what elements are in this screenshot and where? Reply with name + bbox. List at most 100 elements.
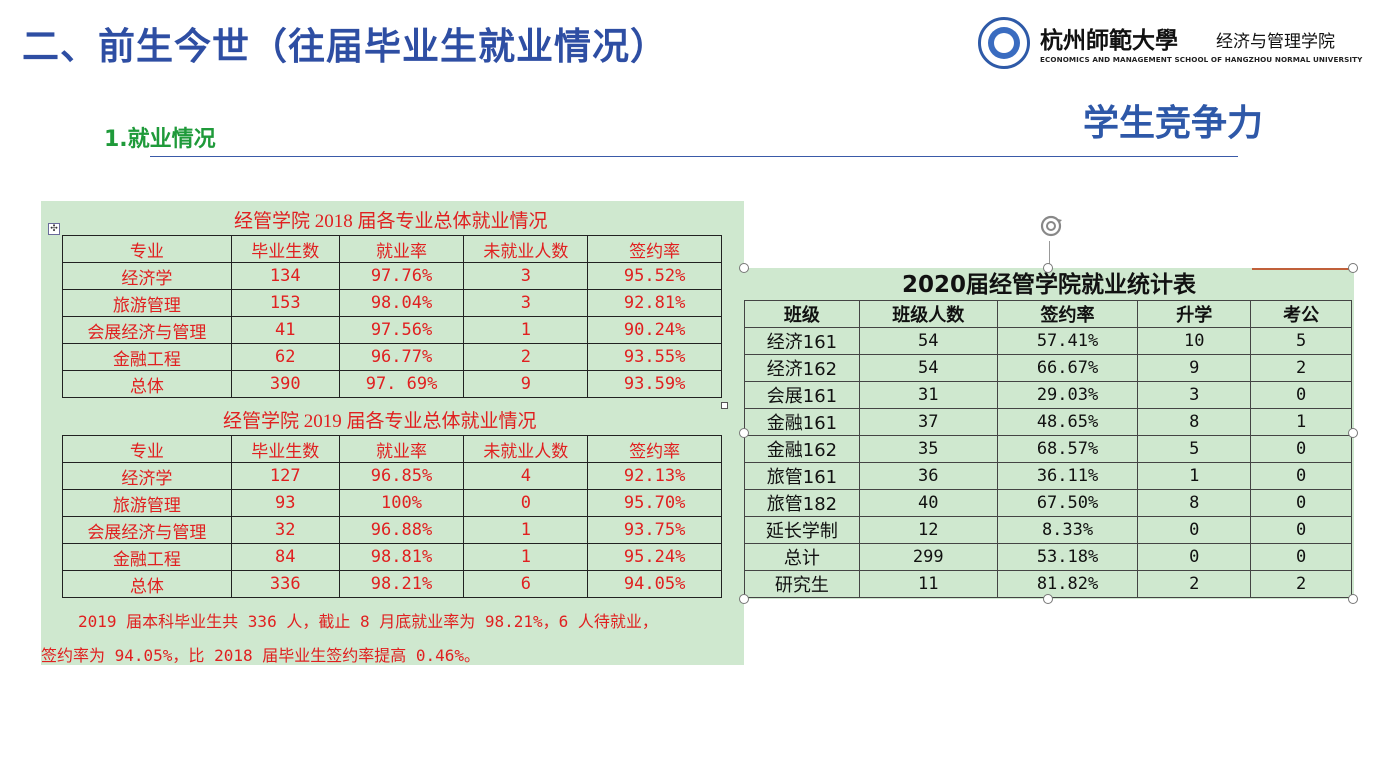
table-cell: 4	[463, 462, 589, 490]
resize-handle-top[interactable]	[1043, 263, 1053, 273]
table-cell: 48.65%	[996, 408, 1139, 436]
resize-handle-left[interactable]	[739, 428, 749, 438]
university-emblem-icon	[978, 17, 1030, 69]
table-cell: 84	[230, 543, 340, 571]
table-cell: 97.76%	[338, 262, 465, 290]
column-header: 毕业生数	[230, 435, 340, 463]
resize-handle-right[interactable]	[1348, 428, 1358, 438]
column-header: 未就业人数	[463, 435, 589, 463]
table-cell: 2	[1250, 354, 1352, 382]
resize-handle-top-left[interactable]	[739, 263, 749, 273]
table-cell: 127	[230, 462, 340, 490]
table-cell: 1	[1250, 408, 1352, 436]
table-row: 旅游管理 93 100% 0 95.70%	[62, 489, 722, 517]
column-header: 班级人数	[858, 300, 998, 328]
table-cell: 0	[1250, 543, 1352, 571]
table-cell: 2	[1137, 570, 1252, 598]
resize-handle-bottom-right[interactable]	[1348, 594, 1358, 604]
table-cell: 36.11%	[996, 462, 1139, 490]
table-cell: 1	[463, 516, 589, 544]
table-2018-caption: 经管学院 2018 届各专业总体就业情况	[234, 211, 548, 232]
table-cell: 94.05%	[587, 570, 722, 598]
table-cell: 93.59%	[587, 370, 722, 398]
column-header: 专业	[62, 435, 232, 463]
table-row: 延长学制 12 8.33% 0 0	[744, 516, 1352, 544]
table-row: 总计 299 53.18% 0 0	[744, 543, 1352, 571]
university-logo: 杭州師範大學 经济与管理学院 ECONOMICS AND MANAGEMENT …	[978, 17, 1362, 75]
table-2019: 专业 毕业生数 就业率 未就业人数 签约率 经济学 127 96.85% 4 92.13% 旅游管理…	[62, 435, 722, 598]
table-cell: 97.56%	[338, 316, 465, 344]
table-row: 会展经济与管理 32 96.88% 1 93.75%	[62, 516, 722, 544]
table-resize-handle[interactable]	[721, 402, 728, 409]
table-row: 总体 390 97. 69% 9 93.59%	[62, 370, 722, 398]
table-cell: 旅管182	[744, 489, 860, 517]
resize-handle-top-right[interactable]	[1348, 263, 1358, 273]
header-divider	[150, 156, 1238, 157]
table-cell: 54	[858, 354, 998, 382]
table-cell: 0	[1137, 516, 1252, 544]
table-row: 金融工程 62 96.77% 2 93.55%	[62, 343, 722, 371]
table-cell: 336	[230, 570, 340, 598]
table-header-row: 专业 毕业生数 就业率 未就业人数 签约率	[62, 435, 722, 463]
table-cell: 57.41%	[996, 327, 1139, 355]
table-cell: 总体	[62, 370, 232, 398]
table-cell: 0	[1250, 435, 1352, 463]
table-cell: 12	[858, 516, 998, 544]
column-header: 班级	[744, 300, 860, 328]
table-cell: 68.57%	[996, 435, 1139, 463]
table-cell: 延长学制	[744, 516, 860, 544]
title-accent-line	[1252, 268, 1352, 270]
table-cell: 92.13%	[587, 462, 722, 490]
table-cell: 37	[858, 408, 998, 436]
column-header: 就业率	[338, 435, 465, 463]
table-cell: 134	[230, 262, 340, 290]
table-header-row: 班级 班级人数 签约率 升学 考公	[744, 300, 1352, 328]
table-cell: 2	[463, 343, 589, 371]
resize-handle-bottom[interactable]	[1043, 594, 1053, 604]
table-row: 会展经济与管理 41 97.56% 1 90.24%	[62, 316, 722, 344]
table-cell: 旅管161	[744, 462, 860, 490]
table-cell: 0	[1250, 489, 1352, 517]
table-cell: 9	[1137, 354, 1252, 382]
table-cell: 390	[230, 370, 340, 398]
table-row: 经济学 127 96.85% 4 92.13%	[62, 462, 722, 490]
table-cell: 62	[230, 343, 340, 371]
table-cell: 100%	[338, 489, 465, 517]
column-header: 专业	[62, 235, 232, 263]
resize-handle-bottom-left[interactable]	[739, 594, 749, 604]
column-header: 升学	[1137, 300, 1252, 328]
table-cell: 29.03%	[996, 381, 1139, 409]
table-cell: 3	[463, 262, 589, 290]
table-cell: 金融161	[744, 408, 860, 436]
table-cell: 经济161	[744, 327, 860, 355]
table-cell: 会展161	[744, 381, 860, 409]
table-cell: 经济162	[744, 354, 860, 382]
table-cell: 3	[463, 289, 589, 317]
table-cell: 98.04%	[338, 289, 465, 317]
table-cell: 96.77%	[338, 343, 465, 371]
table-move-handle-icon[interactable]: ✣	[48, 223, 60, 235]
table-cell: 92.81%	[587, 289, 722, 317]
table-cell: 0	[463, 489, 589, 517]
table-cell: 旅游管理	[62, 489, 232, 517]
table-cell: 旅游管理	[62, 289, 232, 317]
table-cell: 金融162	[744, 435, 860, 463]
table-cell: 经济学	[62, 462, 232, 490]
table-row: 旅管161 36 36.11% 1 0	[744, 462, 1352, 490]
table-cell: 8	[1137, 489, 1252, 517]
table-2018: 专业 毕业生数 就业率 未就业人数 签约率 经济学 134 97.76% 3 95.52% 旅游管理…	[62, 235, 722, 398]
rotate-handle-icon[interactable]	[1036, 211, 1066, 241]
column-header: 签约率	[587, 435, 722, 463]
table-row: 金融161 37 48.65% 8 1	[744, 408, 1352, 436]
table-cell: 金融工程	[62, 343, 232, 371]
table-cell: 95.70%	[587, 489, 722, 517]
table-cell: 5	[1250, 327, 1352, 355]
table-cell: 35	[858, 435, 998, 463]
logo-department-name: 经济与管理学院	[1216, 32, 1335, 52]
table-cell: 金融工程	[62, 543, 232, 571]
column-header: 未就业人数	[463, 235, 589, 263]
table-cell: 总体	[62, 570, 232, 598]
table-cell: 1	[1137, 462, 1252, 490]
table-row: 经济学 134 97.76% 3 95.52%	[62, 262, 722, 290]
table-cell: 67.50%	[996, 489, 1139, 517]
